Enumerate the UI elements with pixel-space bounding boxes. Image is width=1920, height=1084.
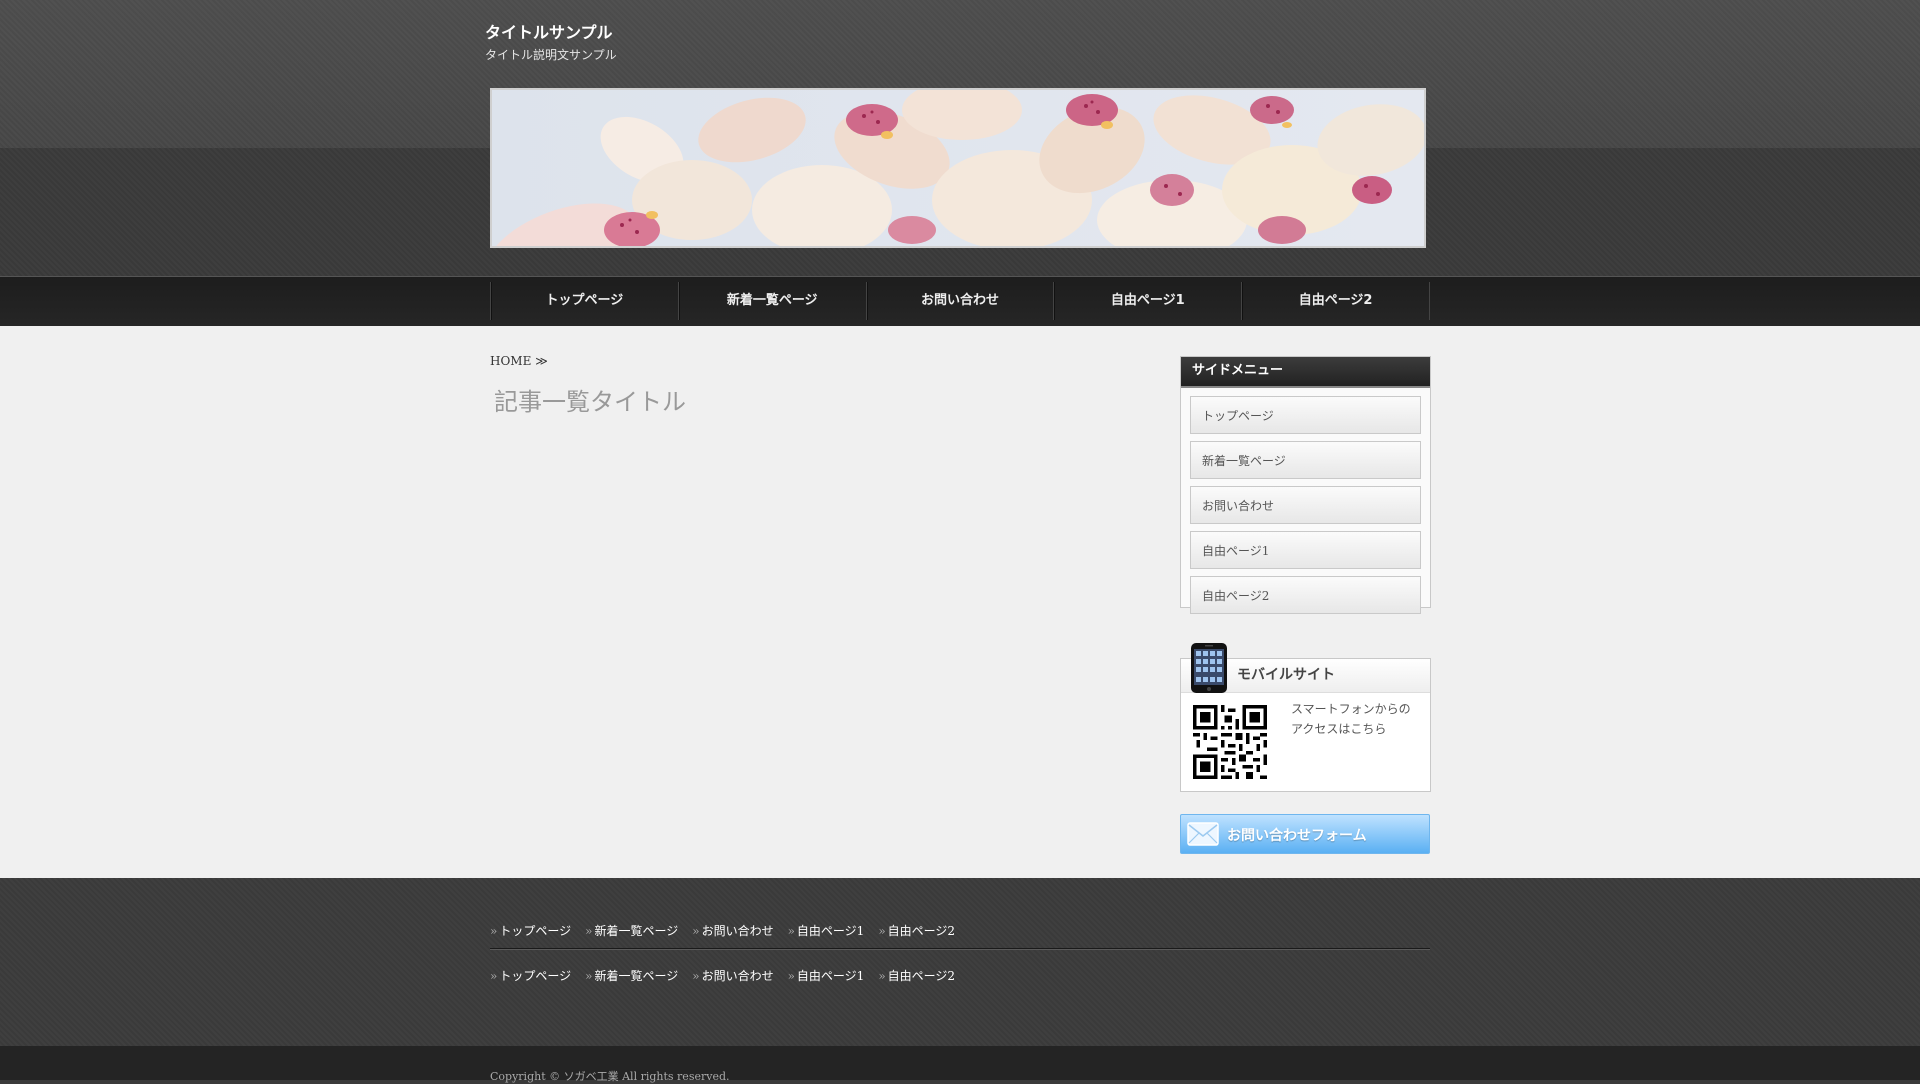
footer-link-free-page-1[interactable]: » 自由ページ1 [788, 922, 865, 939]
breadcrumb: HOME ≫ [490, 354, 548, 368]
main-content: HOME ≫ 記事一覧タイトル サイドメニュー トップページ 新着一覧ページ お… [0, 326, 1920, 878]
nav-item-contact[interactable]: お問い合わせ [865, 282, 1054, 320]
footer-divider [490, 948, 1430, 950]
side-item-free-page-2[interactable]: 自由ページ2 [1190, 576, 1421, 614]
footer-link-contact[interactable]: » お問い合わせ [692, 922, 773, 939]
side-menu: サイドメニュー トップページ 新着一覧ページ お問い合わせ 自由ページ1 自由ペ… [1180, 356, 1431, 614]
side-item-contact[interactable]: お問い合わせ [1190, 486, 1421, 524]
footer-link-free-page-2[interactable]: » 自由ページ2 [878, 967, 955, 984]
nav-item-top[interactable]: トップページ [490, 282, 678, 320]
contact-form-button[interactable]: お問い合わせフォーム [1180, 814, 1430, 854]
copyright-band: Copyright © ソガベ工業 All rights reserved. [0, 1046, 1920, 1083]
footer-link-new-list[interactable]: » 新着一覧ページ [585, 922, 678, 939]
footer-links-row-1: » トップページ » 新着一覧ページ » お問い合わせ » 自由ページ1 » 自由ページ2 [490, 922, 969, 939]
side-item-free-page-1[interactable]: 自由ページ1 [1190, 531, 1421, 569]
site-title[interactable]: タイトルサンプル [485, 19, 613, 43]
smartphone-icon [1191, 643, 1227, 693]
global-nav: トップページ 新着一覧ページ お問い合わせ 自由ページ1 自由ページ2 [0, 276, 1920, 328]
breadcrumb-home-link[interactable]: HOME [490, 354, 531, 368]
mobile-site-title: モバイルサイト [1237, 667, 1335, 683]
footer-link-contact[interactable]: » お問い合わせ [692, 967, 773, 984]
page-title: 記事一覧タイトル [494, 388, 686, 416]
footer: » トップページ » 新着一覧ページ » お問い合わせ » 自由ページ1 » 自由ページ2… [0, 878, 1920, 1046]
side-item-new-list[interactable]: 新着一覧ページ [1190, 441, 1421, 479]
mail-icon [1187, 822, 1219, 846]
contact-form-label: お問い合わせフォーム [1227, 828, 1367, 844]
mobile-text-line-2: アクセスはこちら [1291, 722, 1387, 736]
side-item-top[interactable]: トップページ [1190, 396, 1421, 434]
footer-link-free-page-2[interactable]: » 自由ページ2 [878, 922, 955, 939]
mobile-text-line-1: スマートフォンからの [1291, 702, 1411, 716]
nav-item-free-page-2[interactable]: 自由ページ2 [1241, 282, 1430, 320]
nav-item-free-page-1[interactable]: 自由ページ1 [1053, 282, 1241, 320]
footer-link-new-list[interactable]: » 新着一覧ページ [585, 967, 678, 984]
header-banner-image [490, 88, 1426, 248]
mobile-site-text: スマートフォンからの アクセスはこちら [1291, 699, 1411, 739]
copyright-text: Copyright © ソガベ工業 All rights reserved. [490, 1070, 730, 1083]
side-menu-title: サイドメニュー [1181, 357, 1430, 388]
orchid-photo [492, 90, 1424, 246]
qr-code-icon[interactable] [1193, 705, 1267, 779]
footer-link-free-page-1[interactable]: » 自由ページ1 [788, 967, 865, 984]
mobile-site-box: モバイルサイト スマートフォンからの アクセスはこちら [1180, 643, 1431, 792]
footer-link-top[interactable]: » トップページ [490, 922, 571, 939]
breadcrumb-separator: ≫ [535, 354, 548, 368]
footer-link-top[interactable]: » トップページ [490, 967, 571, 984]
nav-item-new-list[interactable]: 新着一覧ページ [677, 282, 866, 320]
site-description: タイトル説明文サンプル [485, 48, 617, 62]
footer-links-row-2: » トップページ » 新着一覧ページ » お問い合わせ » 自由ページ1 » 自由ページ2 [490, 967, 969, 984]
